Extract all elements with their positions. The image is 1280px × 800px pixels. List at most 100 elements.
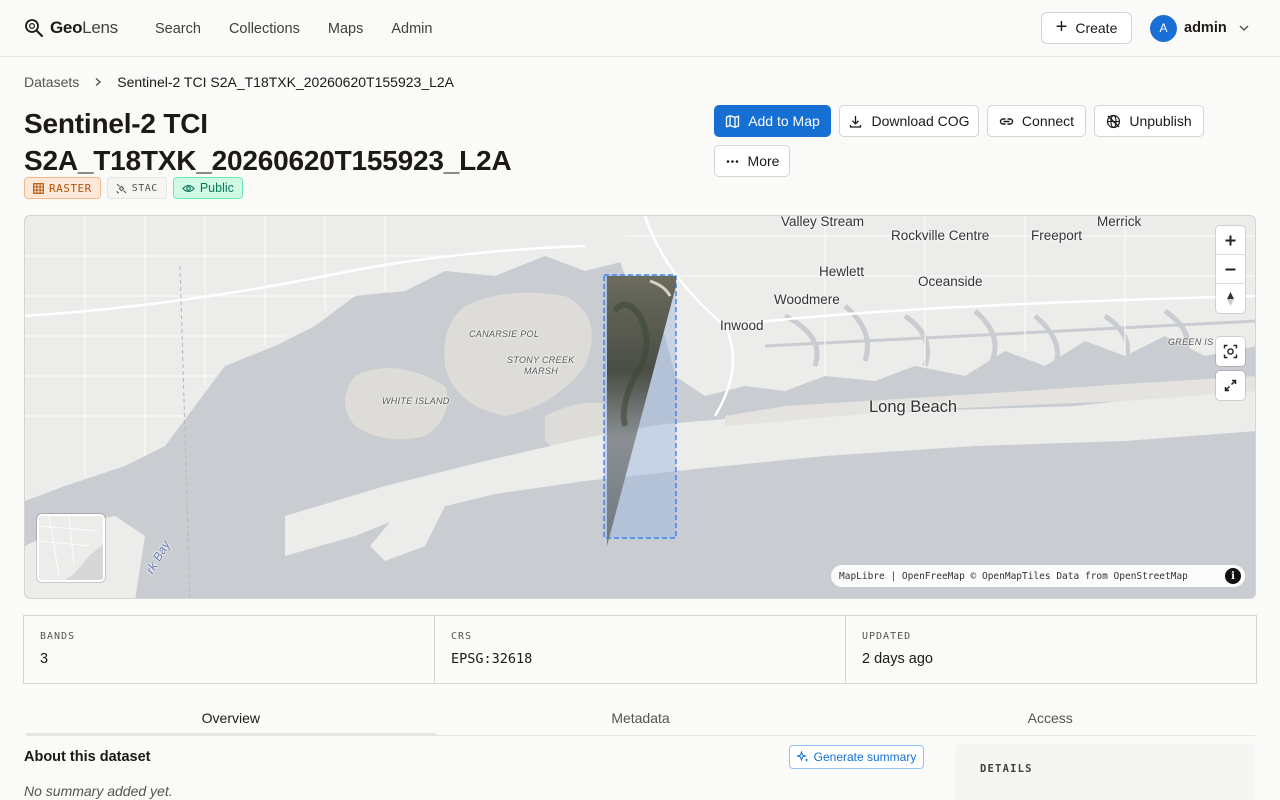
chevron-right-icon xyxy=(95,77,102,87)
stat-value: 3 xyxy=(40,651,49,667)
locate-button[interactable] xyxy=(1216,337,1245,366)
label-woodmere: Woodmere xyxy=(774,292,840,307)
add-to-map-label: Add to Map xyxy=(748,113,820,129)
raster-badge: RASTER xyxy=(24,177,101,199)
zoom-controls xyxy=(1216,226,1245,313)
breadcrumb-datasets[interactable]: Datasets xyxy=(24,74,79,90)
label-hewlett: Hewlett xyxy=(819,264,865,279)
connect-label: Connect xyxy=(1021,113,1075,129)
label-rockville-centre: Rockville Centre xyxy=(891,228,990,243)
nav-search[interactable]: Search xyxy=(141,21,215,37)
fullscreen-button[interactable] xyxy=(1216,371,1245,400)
nav-admin[interactable]: Admin xyxy=(377,21,446,37)
user-name: admin xyxy=(1184,20,1227,36)
stat-label: UPDATED xyxy=(862,631,912,642)
stat-bands: BANDS 3 xyxy=(24,616,435,683)
title-line-1: Sentinel-2 TCI xyxy=(24,108,208,139)
grid-icon xyxy=(33,182,44,194)
stat-updated: UPDATED 2 days ago xyxy=(846,616,1256,683)
label-merrick: Merrick xyxy=(1097,215,1142,229)
label-canarsie-pol: CANARSIE POL xyxy=(469,329,540,339)
minimap[interactable] xyxy=(37,514,105,582)
more-button[interactable]: More xyxy=(714,145,790,177)
label-green-island: GREEN IS xyxy=(1168,337,1214,347)
tab-access[interactable]: Access xyxy=(845,700,1255,735)
zoom-in-button[interactable] xyxy=(1216,226,1245,255)
tab-metadata[interactable]: Metadata xyxy=(436,700,846,735)
connect-button[interactable]: Connect xyxy=(987,105,1086,137)
stat-crs: CRS EPSG:32618 xyxy=(435,616,846,683)
sparkles-icon xyxy=(796,751,809,762)
breadcrumb-current: Sentinel-2 TCI S2A_T18TXK_20260620T15592… xyxy=(117,74,455,90)
minimap-graphic xyxy=(39,516,103,580)
public-badge-label: Public xyxy=(199,181,234,195)
map-icon xyxy=(726,114,740,128)
stat-value: EPSG:32618 xyxy=(451,651,533,667)
stac-badge-label: STAC xyxy=(131,182,158,194)
summary-empty-text: No summary added yet. xyxy=(24,783,173,799)
download-cog-label: Download COG xyxy=(871,113,970,129)
minus-icon xyxy=(1225,268,1236,270)
label-stony-creek: STONY CREEK xyxy=(507,355,575,365)
stat-label: BANDS xyxy=(40,631,76,642)
satellite-icon xyxy=(116,183,127,193)
basemap xyxy=(25,216,1255,598)
generate-summary-label: Generate summary xyxy=(813,750,917,764)
unpublish-button[interactable]: Unpublish xyxy=(1094,105,1204,137)
attribution-text: MapLibre | OpenFreeMap © OpenMapTiles Da… xyxy=(839,570,1188,582)
compass-button[interactable] xyxy=(1216,284,1245,313)
stats-bar: BANDS 3 CRS EPSG:32618 UPDATED 2 days ag… xyxy=(23,615,1257,684)
label-marsh: MARSH xyxy=(524,366,559,376)
main-nav: Search Collections Maps Admin xyxy=(141,0,446,57)
label-inwood: Inwood xyxy=(720,318,764,333)
tab-bar: Overview Metadata Access xyxy=(26,700,1255,736)
user-menu[interactable]: A admin xyxy=(1150,14,1250,42)
label-valley-stream: Valley Stream xyxy=(781,215,865,229)
public-badge: Public xyxy=(172,177,243,199)
more-label: More xyxy=(747,153,780,169)
label-freeport: Freeport xyxy=(1031,228,1083,243)
map-attribution: MapLibre | OpenFreeMap © OpenMapTiles Da… xyxy=(831,565,1245,587)
badge-row: RASTER STAC Public xyxy=(24,177,243,199)
raster-badge-label: RASTER xyxy=(49,181,92,195)
plus-icon: + xyxy=(1055,16,1068,38)
generate-summary-button[interactable]: Generate summary xyxy=(789,745,924,769)
plus-icon xyxy=(1225,235,1236,245)
add-to-map-button[interactable]: Add to Map xyxy=(714,105,831,137)
chevron-down-icon xyxy=(1239,25,1249,32)
nav-maps[interactable]: Maps xyxy=(314,21,377,37)
label-long-beach: Long Beach xyxy=(869,398,958,416)
unpublish-label: Unpublish xyxy=(1129,113,1192,129)
info-icon[interactable]: i xyxy=(1225,568,1241,584)
create-label: Create xyxy=(1075,20,1118,36)
stat-label: CRS xyxy=(451,631,473,642)
download-icon xyxy=(850,115,862,128)
avatar: A xyxy=(1150,14,1177,42)
details-card: DETAILS xyxy=(955,744,1255,800)
stat-value: 2 days ago xyxy=(862,651,933,667)
details-heading: DETAILS xyxy=(980,763,1033,775)
eye-icon xyxy=(182,184,195,192)
breadcrumb: Datasets Sentinel-2 TCI S2A_T18TXK_20260… xyxy=(24,74,454,90)
locate-icon xyxy=(1223,344,1238,359)
map-viewer[interactable]: Valley Stream Rockville Centre Freeport … xyxy=(24,215,1256,599)
about-heading: About this dataset xyxy=(24,749,151,765)
download-cog-button[interactable]: Download COG xyxy=(839,105,979,137)
zoom-out-button[interactable] xyxy=(1216,255,1245,284)
more-horizontal-icon xyxy=(726,159,738,163)
magnifier-logo-icon xyxy=(25,19,43,37)
stac-badge: STAC xyxy=(106,177,167,199)
label-white-island: WHITE ISLAND xyxy=(382,396,450,406)
brand-name: GeoLens xyxy=(50,18,118,37)
nav-collections[interactable]: Collections xyxy=(215,21,314,37)
title-line-2: S2A_T18TXK_20260620T155923_L2A xyxy=(24,145,512,176)
page-title: Sentinel-2 TCI S2A_T18TXK_20260620T15592… xyxy=(24,105,644,179)
compass-icon xyxy=(1227,291,1234,306)
top-bar: GeoLens Search Collections Maps Admin + … xyxy=(0,0,1280,57)
link-icon xyxy=(999,117,1014,125)
label-oceanside: Oceanside xyxy=(918,274,983,289)
tab-overview[interactable]: Overview xyxy=(26,700,436,735)
expand-icon xyxy=(1224,379,1237,392)
logo[interactable]: GeoLens xyxy=(24,16,118,40)
create-button[interactable]: + Create xyxy=(1041,12,1132,44)
